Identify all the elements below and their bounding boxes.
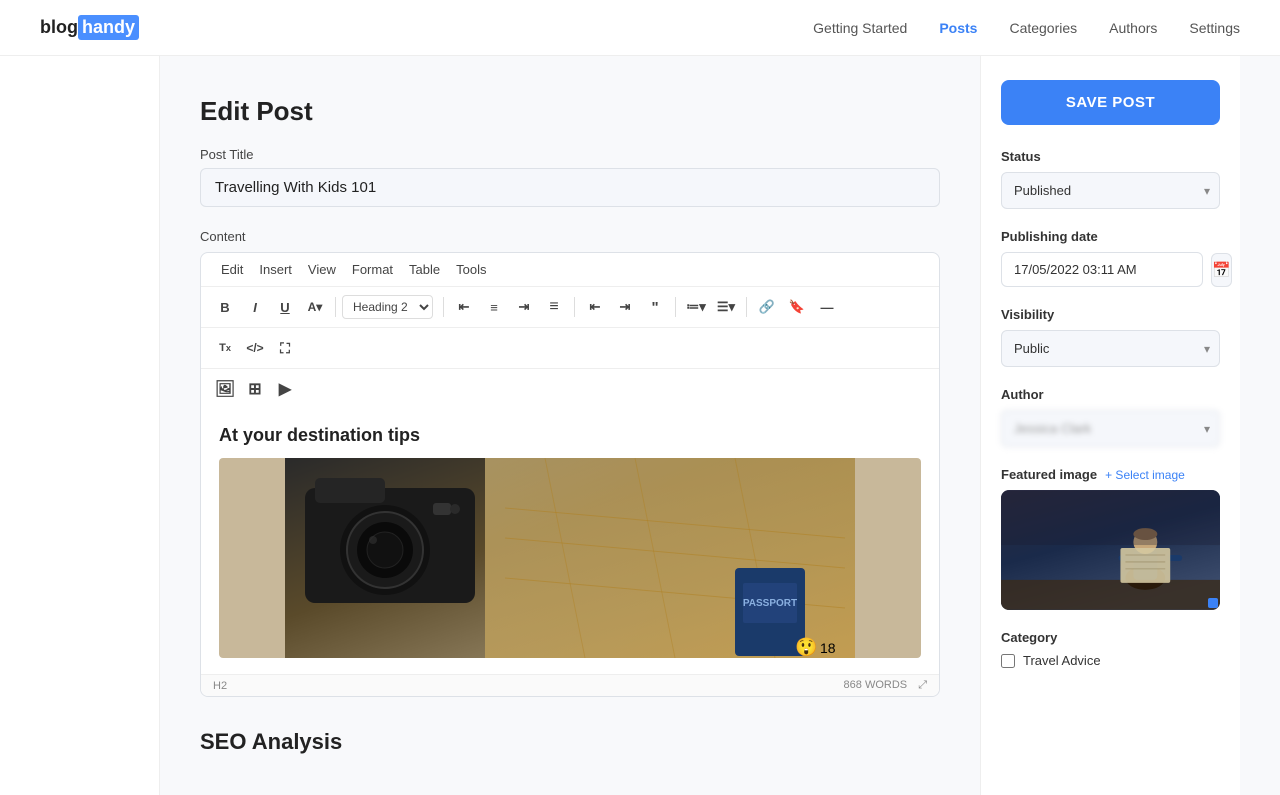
logo-text: blog (40, 17, 78, 38)
category-label: Category (1001, 630, 1220, 645)
status-select-wrapper: Published Draft Scheduled (1001, 172, 1220, 209)
logo[interactable]: bloghandy (40, 15, 139, 40)
status-select[interactable]: Published Draft Scheduled (1001, 172, 1220, 209)
svg-text:😲: 😲 (795, 637, 817, 657)
editor-image-svg: PASSPORT 😲 18 (219, 458, 921, 658)
align-left-button[interactable]: ⇤ (450, 293, 478, 321)
nav-settings[interactable]: Settings (1189, 20, 1240, 36)
editor-toolbar-row2: Tx </> ⛶ (201, 328, 939, 369)
horizontal-rule-button[interactable]: — (813, 293, 841, 321)
menu-view[interactable]: View (300, 259, 344, 280)
publishing-date-input[interactable] (1001, 252, 1203, 287)
author-select[interactable]: Jessica Clark (1001, 410, 1220, 447)
align-right-button[interactable]: ⇥ (510, 293, 538, 321)
editor-toolbar-row3: 🖼 ⊞ ▶ (201, 369, 939, 409)
toolbar-divider-3 (574, 297, 575, 317)
featured-image-svg (1001, 490, 1220, 610)
toolbar-divider-5 (746, 297, 747, 317)
toolbar-divider-4 (675, 297, 676, 317)
toolbar-divider-2 (443, 297, 444, 317)
svg-text:18: 18 (820, 640, 836, 656)
category-section: Category Travel Advice (1001, 630, 1220, 668)
nav-getting-started[interactable]: Getting Started (813, 20, 907, 36)
post-title-input[interactable] (200, 168, 940, 207)
insert-gallery-button[interactable]: ⊞ (241, 375, 269, 403)
heading-select[interactable]: Heading 1 Heading 2 Heading 3 Paragraph (342, 295, 433, 319)
menu-tools[interactable]: Tools (448, 259, 494, 280)
italic-button[interactable]: I (241, 293, 269, 321)
align-center-button[interactable]: ≡ (480, 293, 508, 321)
status-section: Status Published Draft Scheduled (1001, 149, 1220, 209)
menu-format[interactable]: Format (344, 259, 401, 280)
featured-image-label: Featured image (1001, 467, 1097, 482)
bold-button[interactable]: B (211, 293, 239, 321)
nav-posts[interactable]: Posts (939, 20, 977, 36)
editor-status-bar: H2 868 WORDS ⤢ (201, 674, 939, 696)
fullscreen-button[interactable]: ⛶ (271, 334, 299, 362)
navbar: bloghandy Getting Started Posts Categori… (0, 0, 1280, 56)
menu-insert[interactable]: Insert (251, 259, 300, 280)
toolbar-divider-1 (335, 297, 336, 317)
blockquote-button[interactable]: " (641, 293, 669, 321)
text-color-button[interactable]: A▾ (301, 293, 329, 321)
editor-content[interactable]: At your destination tips (201, 409, 939, 674)
link-button[interactable]: 🔗 (753, 293, 781, 321)
clear-format-button[interactable]: Tx (211, 334, 239, 362)
featured-image-preview (1001, 490, 1220, 610)
indent-button[interactable]: ⇥ (611, 293, 639, 321)
category-item-row: Travel Advice (1001, 653, 1220, 668)
select-image-link[interactable]: + Select image (1105, 468, 1185, 482)
date-input-wrapper: 📅 (1001, 252, 1220, 287)
publishing-date-label: Publishing date (1001, 229, 1220, 244)
nav-authors[interactable]: Authors (1109, 20, 1157, 36)
post-title-label: Post Title (200, 147, 940, 162)
sidebar-spacer (0, 56, 160, 795)
logo-highlight: handy (78, 15, 139, 40)
numbered-list-button[interactable]: ☰▾ (712, 293, 740, 321)
insert-image-button[interactable]: 🖼 (211, 375, 239, 403)
author-select-wrapper: Jessica Clark (1001, 410, 1220, 447)
visibility-select-wrapper: Public Private Password Protected (1001, 330, 1220, 367)
editor-toolbar-row1: B I U A▾ Heading 1 Heading 2 Heading 3 P… (201, 287, 939, 328)
content-label: Content (200, 229, 940, 244)
align-justify-button[interactable]: ≡ (540, 293, 568, 321)
content-heading: At your destination tips (219, 425, 921, 446)
page-title: Edit Post (200, 96, 940, 127)
visibility-select[interactable]: Public Private Password Protected (1001, 330, 1220, 367)
visibility-label: Visibility (1001, 307, 1220, 322)
editor-featured-image: PASSPORT 😲 18 (219, 458, 921, 658)
editor-wrapper: Edit Insert View Format Table Tools B I … (200, 252, 940, 697)
publishing-date-section: Publishing date 📅 (1001, 229, 1220, 287)
nav-links: Getting Started Posts Categories Authors… (813, 20, 1240, 36)
resize-handle[interactable]: ⤢ (918, 679, 927, 691)
nav-categories[interactable]: Categories (1009, 20, 1077, 36)
menu-table[interactable]: Table (401, 259, 448, 280)
status-label: Status (1001, 149, 1220, 164)
underline-button[interactable]: U (271, 293, 299, 321)
editor-menu-bar: Edit Insert View Format Table Tools (201, 253, 939, 287)
calendar-button[interactable]: 📅 (1211, 253, 1232, 287)
editor-block-type: H2 (213, 680, 227, 692)
main-content: Edit Post Post Title Content Edit Insert… (160, 56, 980, 795)
author-section: Author Jessica Clark (1001, 387, 1220, 447)
bullet-list-button[interactable]: ≔▾ (682, 293, 710, 321)
category-item-label: Travel Advice (1023, 653, 1101, 668)
page-wrapper: Edit Post Post Title Content Edit Insert… (0, 56, 1280, 795)
menu-edit[interactable]: Edit (213, 259, 251, 280)
svg-text:PASSPORT: PASSPORT (743, 598, 797, 609)
bookmark-button[interactable]: 🔖 (783, 293, 811, 321)
insert-video-button[interactable]: ▶ (271, 375, 299, 403)
code-button[interactable]: </> (241, 334, 269, 362)
word-count: 868 WORDS (844, 679, 908, 691)
category-checkbox[interactable] (1001, 654, 1015, 668)
featured-image-label-row: Featured image + Select image (1001, 467, 1220, 482)
outdent-button[interactable]: ⇤ (581, 293, 609, 321)
author-label: Author (1001, 387, 1220, 402)
image-resize-handle[interactable] (1208, 598, 1218, 608)
seo-analysis-title: SEO Analysis (200, 729, 940, 755)
visibility-section: Visibility Public Private Password Prote… (1001, 307, 1220, 367)
featured-image-section: Featured image + Select image (1001, 467, 1220, 610)
save-post-button[interactable]: SAVE POST (1001, 80, 1220, 125)
right-panel: SAVE POST Status Published Draft Schedul… (980, 56, 1240, 795)
